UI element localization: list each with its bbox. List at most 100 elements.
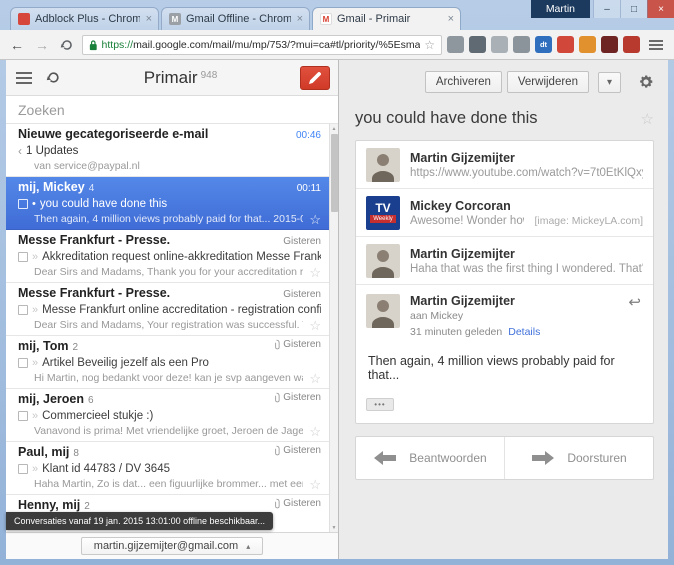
category-row[interactable]: Nieuwe gecategoriseerde e-mail 00:46 ‹ 1… [6,124,329,177]
thread-star-icon[interactable]: ☆ [309,478,321,491]
refresh-button[interactable] [46,70,61,85]
avatar-logo-text: Weekly [370,214,396,224]
mailbox-header: Primair 948 [6,60,338,96]
tab-gmail-primair[interactable]: M Gmail - Primair × [312,7,461,30]
message-collapsed[interactable]: Martin Gijzemijter Haha that was the fir… [356,237,653,285]
importance-marker-icon: » [32,409,39,422]
compose-button[interactable] [300,65,330,90]
message-sender: Martin Gijzemijter [410,294,515,308]
list-scrollbar[interactable]: ▲ ▼ [329,124,338,532]
extension-icon[interactable]: dt [535,36,552,53]
settings-button[interactable] [638,74,654,90]
extension-icon[interactable] [513,36,530,53]
titlebar: Adblock Plus - Chrome W × M Gmail Offlin… [0,0,674,30]
thread-row[interactable]: mij, Jeroen 6 Gisteren » Commercieel stu… [6,389,329,442]
gmail-app: Primair 948 Zoeken Nieuwe gecategoriseerd… [6,60,668,559]
account-bar: martin.gijzemijter@gmail.com ▴ [6,532,338,559]
forward-label: Doorsturen [567,451,627,465]
gmail-favicon-icon: M [320,13,332,25]
extension-icon[interactable] [601,36,618,53]
importance-marker-icon: » [32,356,39,369]
thread-checkbox[interactable] [18,305,28,315]
thread-row[interactable]: Messe Frankfurt - Presse. Gisteren » Mes… [6,283,329,336]
paperclip-icon [275,498,280,509]
more-actions-dropdown[interactable]: ▾ [597,71,621,93]
paperclip-icon [275,392,280,403]
thread-star-icon[interactable]: ☆ [309,372,321,385]
compose-pencil-icon [309,71,321,84]
importance-marker-icon: » [32,250,39,263]
menu-icon[interactable] [14,70,34,86]
message-collapsed[interactable]: TV Weekly Mickey Corcoran Awesome! Wonde… [356,189,653,237]
close-button[interactable]: × [647,0,674,18]
thread-row-selected[interactable]: mij, Mickey 4 00:11 • you could have don… [6,177,329,230]
forward-button[interactable]: → [32,35,52,55]
thread-sender: Messe Frankfurt - Presse. [18,233,171,247]
message-recipient: aan Mickey [410,310,464,322]
collapse-chevron-icon[interactable]: ‹ [18,144,22,158]
forward-button[interactable]: Doorsturen [505,437,653,479]
tab-gmail-offline[interactable]: M Gmail Offline - Chrome W × [161,7,310,30]
chrome-profile-button[interactable]: Martin [530,0,590,18]
thread-checkbox[interactable] [18,358,28,368]
thread-star-icon[interactable]: ☆ [309,213,321,226]
thread-date: Gisteren [283,289,321,300]
thread-checkbox[interactable] [18,199,28,209]
extension-icon[interactable] [557,36,574,53]
tab-close-icon[interactable]: × [140,13,158,25]
message-collapsed[interactable]: Martin Gijzemijter https://www.youtube.c… [356,141,653,189]
thread-star-icon[interactable]: ☆ [309,425,321,438]
show-trimmed-content-button[interactable]: ••• [366,398,394,411]
tab-close-icon[interactable]: × [291,13,309,25]
extension-icon[interactable] [469,36,486,53]
conversation-actions: Archiveren Verwijderen ▾ [355,68,654,96]
delete-button[interactable]: Verwijderen [506,71,589,93]
thread-star-icon[interactable]: ☆ [309,319,321,332]
scroll-up-icon[interactable]: ▲ [330,124,338,133]
maximize-button[interactable]: □ [620,0,647,18]
chrome-menu-icon[interactable] [645,36,667,54]
thread-sender: mij, Tom [18,339,69,353]
thread-checkbox[interactable] [18,464,28,474]
minimize-button[interactable]: – [593,0,620,18]
thread-snippet: Dear Sirs and Madams, Your registration … [34,319,303,331]
bookmark-star-icon[interactable]: ☆ [424,38,435,52]
message-sender: Martin Gijzemijter [410,150,515,165]
thread-count: 2 [72,342,79,353]
conversation-star-icon[interactable]: ☆ [641,110,654,128]
message-snippet: Awesome! Wonder how much that cost! [410,214,524,227]
account-switcher-button[interactable]: martin.gijzemijter@gmail.com ▴ [80,537,264,555]
reload-button[interactable] [57,35,77,55]
details-link[interactable]: Details [508,326,540,338]
thread-list: Nieuwe gecategoriseerde e-mail 00:46 ‹ 1… [6,124,338,532]
forward-right-arrow-icon [532,451,555,465]
thread-star-icon[interactable]: ☆ [309,266,321,279]
thread-row[interactable]: Paul, mij 8 Gisteren » Klant id 44783 / … [6,442,329,495]
thread-checkbox[interactable] [18,411,28,421]
thread-date: 00:46 [295,130,321,141]
gmail-offline-favicon-icon: M [169,13,181,25]
extension-icon[interactable] [579,36,596,53]
tab-adblock[interactable]: Adblock Plus - Chrome W × [10,7,159,30]
tab-close-icon[interactable]: × [442,13,460,25]
reply-arrow-icon[interactable]: ↩ [628,293,641,311]
back-button[interactable]: ← [7,35,27,55]
scrollbar-thumb[interactable] [331,134,338,212]
thread-row[interactable]: mij, Tom 2 Gisteren » Artikel Beveilig j… [6,336,329,389]
extension-icon[interactable] [447,36,464,53]
reply-button[interactable]: Beantwoorden [356,437,505,479]
unread-count: 948 [200,69,218,81]
importance-marker-icon: » [32,462,39,475]
message-snippet: https://www.youtube.com/watch?v=7t0EtKlQ… [410,166,643,179]
search-input[interactable]: Zoeken [6,96,338,124]
address-bar[interactable]: https://mail.google.com/mail/mu/mp/753/?… [82,34,442,55]
extension-icon[interactable] [491,36,508,53]
thread-sender: Messe Frankfurt - Presse. [18,286,171,300]
thread-checkbox[interactable] [18,252,28,262]
message-body: Then again, 4 million views probably pai… [368,354,615,382]
archive-button[interactable]: Archiveren [424,71,502,93]
thread-row[interactable]: Messe Frankfurt - Presse. Gisteren » Akk… [6,230,329,283]
scroll-down-icon[interactable]: ▼ [330,523,338,532]
window-controls: Martin – □ × [530,0,674,18]
extension-icon[interactable] [623,36,640,53]
